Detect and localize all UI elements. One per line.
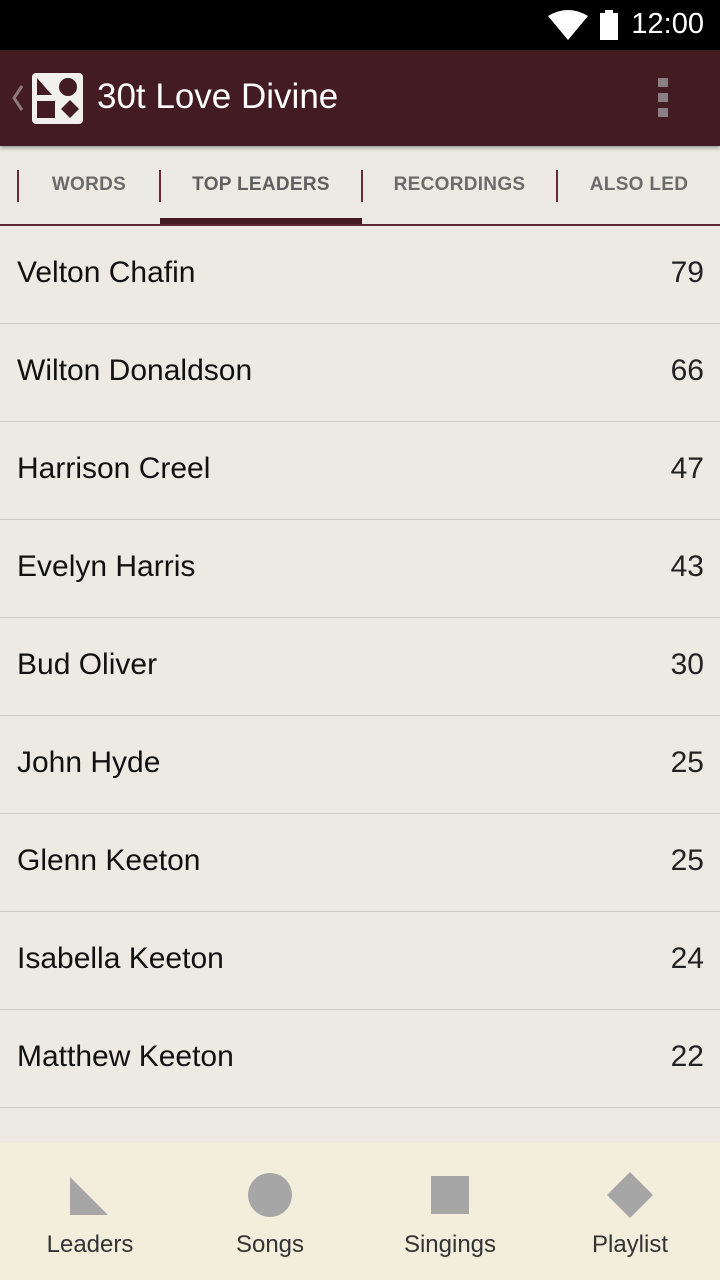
nav-leaders-label: Leaders xyxy=(46,1231,134,1258)
tab-recordings[interactable]: RECORDINGS xyxy=(363,146,556,224)
tab-words[interactable]: WORDS xyxy=(19,146,159,224)
wifi-icon xyxy=(548,10,588,40)
list-item[interactable]: Velton Chafin 79 xyxy=(0,226,720,324)
overflow-menu-icon[interactable] xyxy=(648,76,678,120)
leader-count: 24 xyxy=(670,942,704,975)
leader-name: Harrison Creel xyxy=(17,452,211,485)
list-item[interactable]: John Hyde 25 xyxy=(0,716,720,814)
nav-leaders[interactable]: Leaders xyxy=(0,1143,180,1280)
diamond-icon xyxy=(607,1172,653,1218)
app-logo-icon[interactable] xyxy=(32,73,83,124)
leader-count: 22 xyxy=(670,1040,704,1073)
list-item[interactable]: Matthew Keeton 22 xyxy=(0,1010,720,1108)
status-time: 12:00 xyxy=(631,8,704,40)
leader-name: Evelyn Harris xyxy=(17,550,196,583)
status-bar: 12:00 xyxy=(0,0,720,50)
app-bar: 30t Love Divine xyxy=(0,50,720,146)
leader-count: 25 xyxy=(670,746,704,779)
leader-count: 43 xyxy=(670,550,704,583)
leader-name: Bud Oliver xyxy=(17,648,158,681)
battery-icon xyxy=(600,10,618,40)
page-title: 30t Love Divine xyxy=(97,77,339,116)
list-item[interactable]: Bud Oliver 30 xyxy=(0,618,720,716)
square-icon xyxy=(431,1176,469,1214)
nav-playlist[interactable]: Playlist xyxy=(540,1143,720,1280)
tab-top-leaders[interactable]: TOP LEADERS xyxy=(161,146,361,224)
leader-name: Wilton Donaldson xyxy=(17,354,253,387)
list-item[interactable]: Harrison Creel 47 xyxy=(0,422,720,520)
nav-songs-label: Songs xyxy=(235,1231,305,1258)
leader-count: 30 xyxy=(670,648,704,681)
list-item[interactable]: Isabella Keeton 24 xyxy=(0,912,720,1010)
nav-singings-label: Singings xyxy=(403,1231,497,1258)
leader-count: 79 xyxy=(670,256,704,289)
back-chevron-icon[interactable] xyxy=(6,80,26,116)
list-item[interactable]: Glenn Keeton 25 xyxy=(0,814,720,912)
tab-also-led[interactable]: ALSO LED xyxy=(558,146,720,224)
triangle-icon xyxy=(70,1177,108,1215)
active-tab-indicator xyxy=(160,218,362,224)
leader-name: Isabella Keeton xyxy=(17,942,224,975)
nav-playlist-label: Playlist xyxy=(591,1231,669,1258)
leader-count: 66 xyxy=(670,354,704,387)
leaders-list: Velton Chafin 79 Wilton Donaldson 66 Har… xyxy=(0,226,720,1108)
nav-singings[interactable]: Singings xyxy=(360,1143,540,1280)
leader-name: Matthew Keeton xyxy=(17,1040,234,1073)
list-item[interactable]: Evelyn Harris 43 xyxy=(0,520,720,618)
nav-songs[interactable]: Songs xyxy=(180,1143,360,1280)
leader-name: John Hyde xyxy=(17,746,161,779)
list-item[interactable]: Wilton Donaldson 66 xyxy=(0,324,720,422)
leader-count: 25 xyxy=(670,844,704,877)
leader-name: Velton Chafin xyxy=(17,256,196,289)
tab-bar: WORDS TOP LEADERS RECORDINGS ALSO LED xyxy=(0,146,720,226)
leader-name: Glenn Keeton xyxy=(17,844,201,877)
bottom-nav: Leaders Songs Singings Playlist xyxy=(0,1143,720,1280)
circle-icon xyxy=(248,1173,292,1217)
leader-count: 47 xyxy=(670,452,704,485)
